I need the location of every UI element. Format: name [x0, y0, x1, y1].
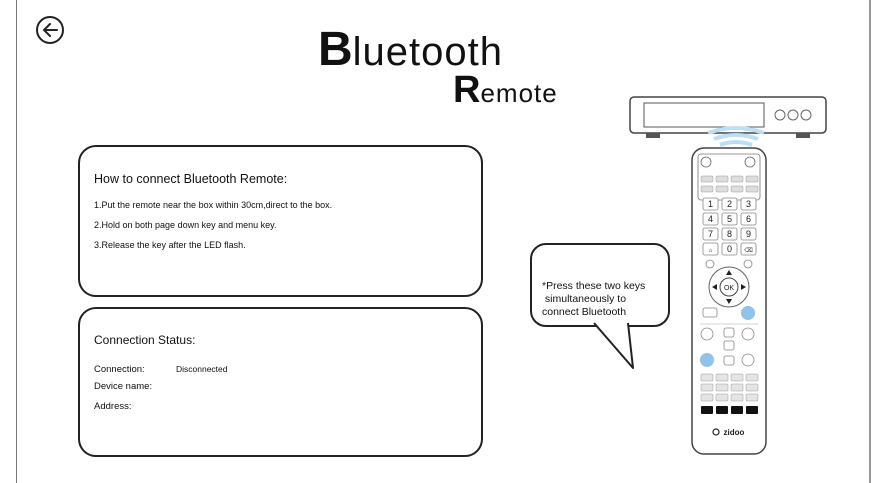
- subtitle-rest: emote: [480, 78, 558, 108]
- title-rest: luetooth: [352, 30, 504, 74]
- status-heading: Connection Status:: [94, 333, 196, 347]
- svg-text:1: 1: [708, 199, 713, 209]
- set-top-box-illustration: [629, 96, 827, 147]
- address-label: Address:: [94, 401, 132, 412]
- hint-text: *Press these two keys simultaneously to …: [542, 280, 670, 319]
- svg-text:6: 6: [746, 214, 751, 224]
- instruction-step: 1.Put the remote near the box within 30c…: [94, 200, 333, 210]
- svg-text:⌫: ⌫: [744, 247, 753, 254]
- title-initial: B: [318, 23, 353, 76]
- remote-illustration: 1 2 3 4 5 6 7 8 9 ⌂ 0 ⌫ OK zidoo: [691, 147, 767, 455]
- svg-text:4: 4: [708, 214, 713, 224]
- svg-text:0: 0: [727, 244, 732, 254]
- subtitle-initial: R: [453, 69, 481, 111]
- ok-key-label: OK: [724, 285, 734, 292]
- svg-text:5: 5: [727, 214, 732, 224]
- remote-brand: zidoo: [724, 428, 745, 437]
- instruction-step: 2.Hold on both page down key and menu ke…: [94, 220, 277, 230]
- hint-line: simultaneously to: [542, 293, 627, 305]
- hint-bubble: *Press these two keys simultaneously to …: [530, 243, 670, 327]
- svg-text:9: 9: [746, 229, 751, 239]
- instructions-panel: How to connect Bluetooth Remote: 1.Put t…: [78, 145, 483, 297]
- svg-text:⌂: ⌂: [709, 248, 713, 254]
- svg-text:8: 8: [727, 229, 732, 239]
- arrow-left-icon: [43, 23, 58, 37]
- svg-text:7: 7: [708, 229, 713, 239]
- instruction-step: 3.Release the key after the LED flash.: [94, 240, 246, 250]
- svg-text:3: 3: [746, 199, 751, 209]
- hint-line: connect Bluetooth: [542, 306, 627, 318]
- device-name-label: Device name:: [94, 381, 153, 392]
- bubble-tail: [593, 322, 634, 369]
- right-border: [869, 0, 871, 483]
- connection-label: Connection:: [94, 364, 145, 375]
- back-button[interactable]: [36, 16, 64, 44]
- svg-text:2: 2: [727, 199, 732, 209]
- connection-status-panel: Connection Status: Connection: Disconnec…: [78, 307, 483, 457]
- instructions-heading: How to connect Bluetooth Remote:: [94, 172, 288, 186]
- left-border: [16, 0, 17, 483]
- page-subtitle: Remote: [453, 70, 558, 113]
- hint-line: *Press these two keys: [542, 280, 646, 292]
- connection-value: Disconnected: [176, 364, 228, 374]
